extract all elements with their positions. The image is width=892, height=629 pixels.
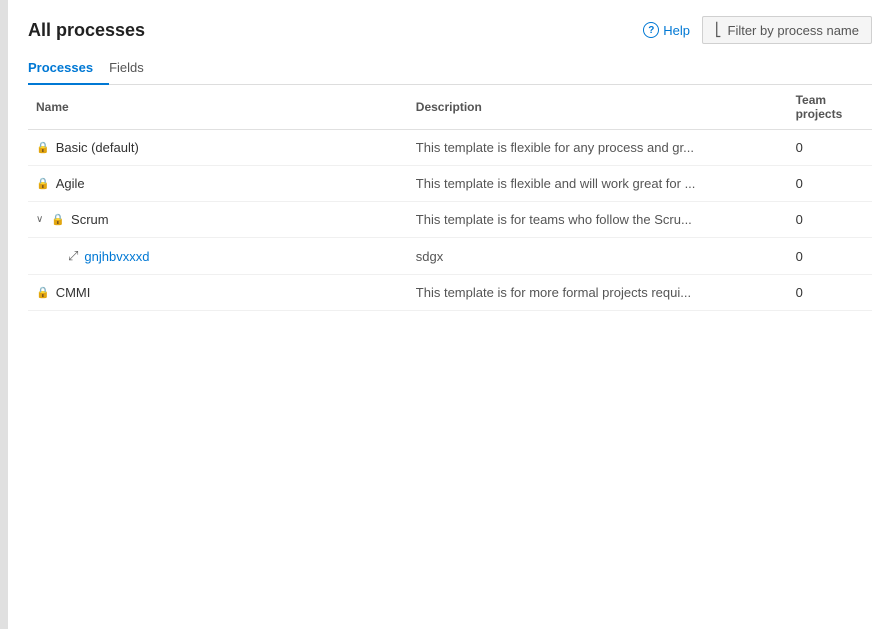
table-row: ⤢ gnjhbvxxxd sdgx0 [28,238,872,275]
table-row: 🔒 Agile This template is flexible and will… [28,166,872,202]
description-cell-gnjhbvxxxd: sdgx [408,238,788,275]
page-title: All processes [28,20,145,41]
help-icon: ? [643,22,659,38]
name-cell-scrum: ∨ 🔒 Scrum [36,212,400,227]
name-cell-agile: 🔒 Agile [36,176,400,191]
description-cell-basic: This template is flexible for any proces… [408,130,788,166]
expand-chevron-icon[interactable]: ∨ [36,214,43,225]
col-header-team-projects: Team projects [788,85,872,130]
team-projects-cell-agile: 0 [788,166,872,202]
col-header-name: Name [28,85,408,130]
header-actions: ? Help ⎣ Filter by process name [643,16,872,44]
team-projects-cell-gnjhbvxxxd: 0 [788,238,872,275]
table-header-row: Name Description Team projects [28,85,872,130]
lock-icon: 🔒 [51,213,65,226]
help-label: Help [663,23,690,38]
team-projects-cell-basic: 0 [788,130,872,166]
lock-icon: 🔒 [36,286,50,299]
name-cell-cmmi: 🔒 CMMI [36,285,400,300]
process-name-agile: Agile [56,176,85,191]
table-row: 🔒 CMMI This template is for more formal pr… [28,275,872,311]
table-container: Name Description Team projects 🔒 Basic (d… [28,85,872,629]
left-border [0,0,8,629]
filter-icon: ⎣ [715,22,722,38]
process-name-scrum: Scrum [71,212,109,227]
tab-fields[interactable]: Fields [109,52,160,85]
tabs-row: Processes Fields [28,52,872,85]
col-header-description: Description [408,85,788,130]
process-name-cmmi: CMMI [56,285,91,300]
process-name-gnjhbvxxxd[interactable]: gnjhbvxxxd [84,249,149,264]
description-cell-cmmi: This template is for more formal project… [408,275,788,311]
team-projects-cell-cmmi: 0 [788,275,872,311]
name-cell-gnjhbvxxxd: ⤢ gnjhbvxxxd [68,248,400,264]
description-cell-agile: This template is flexible and will work … [408,166,788,202]
filter-button[interactable]: ⎣ Filter by process name [702,16,872,44]
tab-processes[interactable]: Processes [28,52,109,85]
name-cell-basic: 🔒 Basic (default) [36,140,400,155]
lock-icon: 🔒 [36,141,50,154]
description-cell-scrum: This template is for teams who follow th… [408,202,788,238]
lock-icon: 🔒 [36,177,50,190]
process-name-basic: Basic (default) [56,140,139,155]
team-projects-cell-scrum: 0 [788,202,872,238]
header-row: All processes ? Help ⎣ Filter by process… [28,16,872,44]
help-button[interactable]: ? Help [643,22,690,38]
table-row: 🔒 Basic (default) This template is flexibl… [28,130,872,166]
filter-label: Filter by process name [728,23,860,38]
inherit-icon: ⤢ [68,248,78,264]
processes-table: Name Description Team projects 🔒 Basic (d… [28,85,872,311]
table-row: ∨ 🔒 Scrum This template is for teams who fo… [28,202,872,238]
